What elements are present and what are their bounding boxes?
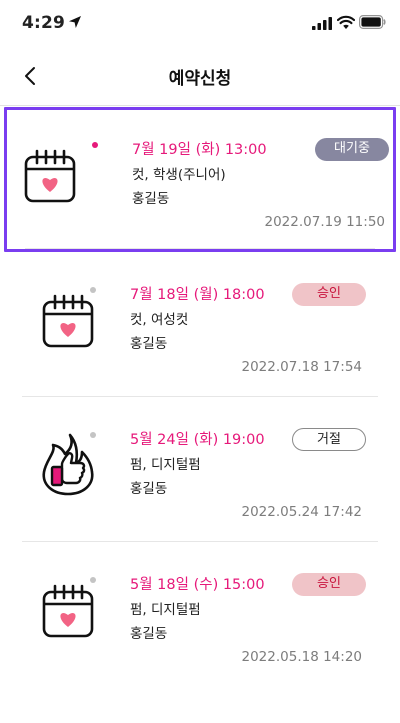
request-timestamp: 2022.07.18 17:54 [241,359,363,375]
reservation-service: 펌, 디지털펌 [130,457,201,473]
flame-thumbs-up-icon [42,433,94,496]
reservation-screen: 4:29 예약신청 7월 19일 (화) 13:00 컷, 학생(주니어) 홍길… [0,0,400,723]
customer-name: 홍길동 [130,336,168,352]
reservation-service: 컷, 학생(주니어) [132,167,226,183]
customer-name: 홍길동 [132,191,170,207]
status-bar: 4:29 [0,0,400,46]
read-dot [90,432,96,438]
reservation-service: 펌, 디지털펌 [130,602,201,618]
status-badge: 승인 [292,283,366,306]
wifi-icon [337,15,355,29]
battery-icon [359,15,386,29]
reservation-item[interactable]: 5월 18일 (수) 15:00 펌, 디지털펌 홍길동 2022.05.18 … [22,542,378,687]
reservation-service: 컷, 여성컷 [130,312,189,328]
read-dot [90,287,96,293]
reservation-datetime: 5월 18일 (수) 15:00 [130,577,265,593]
customer-name: 홍길동 [130,626,168,642]
read-dot [90,577,96,583]
status-badge: 승인 [292,573,366,596]
calendar-heart-icon [42,584,94,638]
reservation-list: 7월 19일 (화) 13:00 컷, 학생(주니어) 홍길동 2022.07.… [0,107,400,687]
request-timestamp: 2022.05.24 17:42 [241,504,363,520]
reservation-item[interactable]: 5월 24일 (화) 19:00 펌, 디지털펌 홍길동 2022.05.24 … [22,397,378,542]
customer-name: 홍길동 [130,481,168,497]
status-badge: 거절 [292,428,366,451]
reservation-datetime: 5월 24일 (화) 19:00 [130,432,265,448]
reservation-datetime: 7월 18일 (월) 18:00 [130,287,265,303]
location-arrow-icon [69,16,81,28]
reservation-item[interactable]: 7월 19일 (화) 13:00 컷, 학생(주니어) 홍길동 2022.07.… [4,107,396,252]
unread-dot [92,142,98,148]
header: 예약신청 [0,46,400,106]
cellular-signal-icon [312,17,332,30]
request-timestamp: 2022.07.19 11:50 [264,214,386,230]
request-timestamp: 2022.05.18 14:20 [241,649,363,665]
reservation-datetime: 7월 19일 (화) 13:00 [132,142,267,158]
page-title: 예약신청 [168,69,232,89]
calendar-heart-icon [42,294,94,348]
calendar-heart-icon [24,149,76,203]
status-badge: 대기중 [315,138,389,161]
reservation-item[interactable]: 7월 18일 (월) 18:00 컷, 여성컷 홍길동 2022.07.18 1… [22,252,378,397]
status-time: 4:29 [22,13,66,33]
